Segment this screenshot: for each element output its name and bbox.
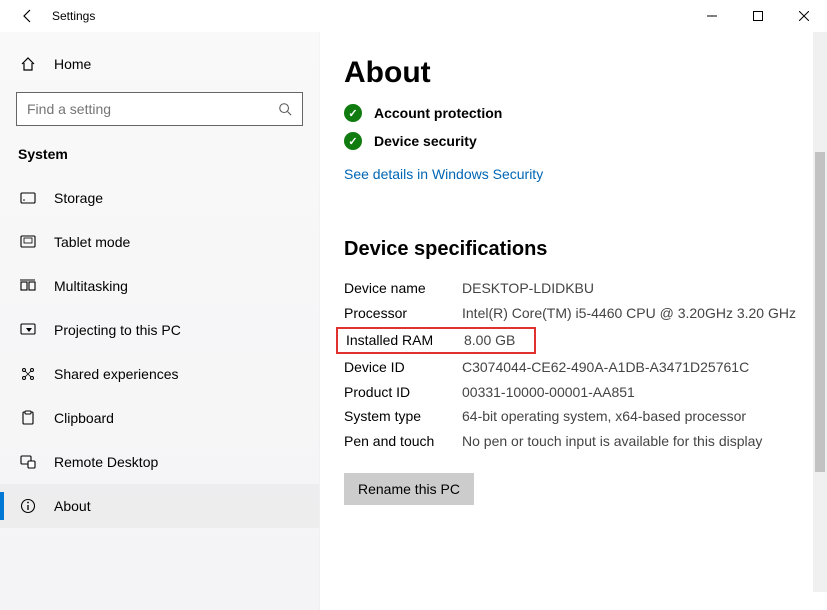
spec-value: 8.00 GB: [464, 331, 528, 350]
spec-label: Installed RAM: [346, 331, 464, 350]
spec-value: 64-bit operating system, x64-based proce…: [462, 407, 819, 426]
spec-value: Intel(R) Core(TM) i5-4460 CPU @ 3.20GHz …: [462, 304, 819, 323]
spec-label: System type: [344, 407, 462, 426]
sidebar-item-label: Multitasking: [54, 278, 128, 294]
sidebar-item-label: Storage: [54, 190, 103, 206]
sidebar-item-label: Projecting to this PC: [54, 322, 181, 338]
sidebar-item-storage[interactable]: Storage: [0, 176, 319, 220]
search-icon: [278, 102, 292, 116]
search-input[interactable]: [27, 101, 278, 117]
spec-row-deviceid: Device ID C3074044-CE62-490A-A1DB-A3471D…: [344, 358, 819, 377]
back-button[interactable]: [8, 0, 48, 32]
clipboard-icon: [18, 410, 38, 426]
maximize-button[interactable]: [735, 0, 781, 32]
specs-heading: Device specifications: [344, 238, 819, 261]
sidebar-item-label: Tablet mode: [54, 234, 130, 250]
spec-label: Processor: [344, 304, 462, 323]
content-area: About ✓ Account protection ✓ Device secu…: [320, 32, 827, 610]
sidebar-item-remote[interactable]: Remote Desktop: [0, 440, 319, 484]
check-icon: ✓: [344, 132, 362, 150]
spec-row-ram: Installed RAM 8.00 GB: [338, 331, 528, 350]
spec-value: 00331-10000-00001-AA851: [462, 383, 819, 402]
scrollbar[interactable]: [813, 32, 827, 592]
titlebar: Settings: [0, 0, 827, 32]
sidebar-item-shared[interactable]: Shared experiences: [0, 352, 319, 396]
sidebar-item-tablet[interactable]: Tablet mode: [0, 220, 319, 264]
spec-row-processor: Processor Intel(R) Core(TM) i5-4460 CPU …: [344, 304, 819, 323]
spec-label: Device name: [344, 279, 462, 298]
status-account-protection: ✓ Account protection: [344, 104, 819, 122]
remote-icon: [18, 454, 38, 470]
check-icon: ✓: [344, 104, 362, 122]
projecting-icon: [18, 322, 38, 338]
spec-row-devicename: Device name DESKTOP-LDIDKBU: [344, 279, 819, 298]
storage-icon: [18, 190, 38, 206]
shared-icon: [18, 366, 38, 382]
minimize-button[interactable]: [689, 0, 735, 32]
scrollbar-thumb[interactable]: [815, 152, 825, 472]
spec-label: Pen and touch: [344, 432, 462, 451]
tablet-icon: [18, 234, 38, 250]
sidebar-item-clipboard[interactable]: Clipboard: [0, 396, 319, 440]
rename-pc-button[interactable]: Rename this PC: [344, 473, 474, 505]
sidebar-item-label: Clipboard: [54, 410, 114, 426]
home-label: Home: [54, 56, 91, 72]
about-icon: [18, 498, 38, 514]
home-icon: [18, 56, 38, 72]
home-nav[interactable]: Home: [0, 42, 319, 86]
sidebar-item-label: Shared experiences: [54, 366, 179, 382]
sidebar: Home System Storage Tablet mode Multitas…: [0, 32, 320, 610]
spec-row-pentouch: Pen and touch No pen or touch input is a…: [344, 432, 819, 451]
security-link[interactable]: See details in Windows Security: [344, 166, 543, 182]
search-box[interactable]: [16, 92, 303, 126]
sidebar-item-projecting[interactable]: Projecting to this PC: [0, 308, 319, 352]
page-title: About: [344, 56, 819, 90]
status-device-security: ✓ Device security: [344, 132, 819, 150]
sidebar-item-label: About: [54, 498, 91, 514]
status-label: Device security: [374, 133, 477, 149]
spec-row-productid: Product ID 00331-10000-00001-AA851: [344, 383, 819, 402]
sidebar-item-about[interactable]: About: [0, 484, 319, 528]
spec-label: Device ID: [344, 358, 462, 377]
multitasking-icon: [18, 278, 38, 294]
spec-value: C3074044-CE62-490A-A1DB-A3471D25761C: [462, 358, 819, 377]
spec-value: DESKTOP-LDIDKBU: [462, 279, 819, 298]
sidebar-item-label: Remote Desktop: [54, 454, 158, 470]
spec-row-systemtype: System type 64-bit operating system, x64…: [344, 407, 819, 426]
section-heading: System: [0, 138, 319, 176]
sidebar-item-multitasking[interactable]: Multitasking: [0, 264, 319, 308]
status-label: Account protection: [374, 105, 502, 121]
window-title: Settings: [48, 9, 95, 23]
close-button[interactable]: [781, 0, 827, 32]
spec-value: No pen or touch input is available for t…: [462, 432, 819, 451]
spec-label: Product ID: [344, 383, 462, 402]
highlight-installed-ram: Installed RAM 8.00 GB: [336, 327, 536, 354]
